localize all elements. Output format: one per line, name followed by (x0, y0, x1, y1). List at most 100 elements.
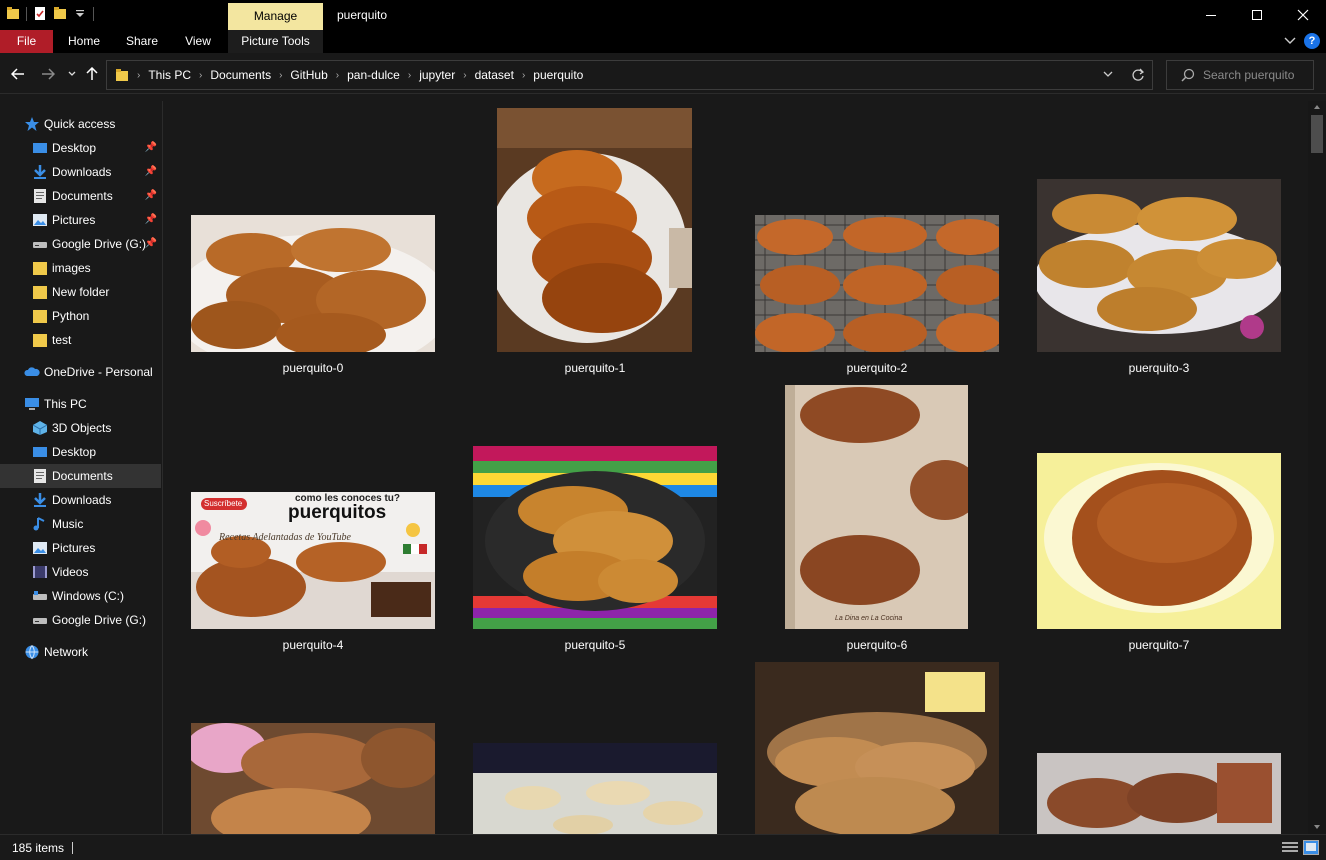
status-bar: 185 items (0, 834, 1326, 860)
breadcrumb-separator[interactable]: › (195, 70, 206, 81)
sidebar-item-downloads[interactable]: Downloads 📌 (0, 160, 161, 184)
folder-icon[interactable] (6, 6, 20, 21)
breadcrumb-item[interactable]: Documents (206, 68, 275, 82)
pin-icon[interactable]: 📌 (145, 238, 157, 249)
sidebar-item-documents-pc[interactable]: Documents (0, 464, 161, 488)
search-box[interactable] (1166, 60, 1314, 90)
breadcrumb-separator[interactable]: › (459, 70, 470, 81)
file-thumbnail[interactable] (191, 215, 435, 352)
sidebar-item-quick-access[interactable]: Quick access (0, 112, 161, 136)
tab-view[interactable]: View (176, 30, 220, 53)
sidebar-item-pictures-pc[interactable]: Pictures (0, 536, 161, 560)
breadcrumb-item[interactable]: This PC (144, 68, 195, 82)
pin-icon[interactable]: 📌 (145, 214, 157, 225)
breadcrumb-item[interactable]: pan-dulce (343, 68, 404, 82)
large-icons-view-icon[interactable] (1303, 840, 1319, 855)
sidebar-item-videos[interactable]: Videos (0, 560, 161, 584)
tab-file[interactable]: File (0, 30, 53, 53)
search-input[interactable] (1203, 66, 1309, 84)
customize-toolbar-icon[interactable] (73, 6, 87, 21)
sidebar-item-music[interactable]: Music (0, 512, 161, 536)
breadcrumb-item[interactable]: jupyter (415, 68, 459, 82)
sidebar-item-pictures[interactable]: Pictures 📌 (0, 208, 161, 232)
file-thumbnail[interactable] (1037, 753, 1281, 834)
sidebar-item-3d-objects[interactable]: 3D Objects (0, 416, 161, 440)
file-view: puerquito-0 puerquito-1 puerquito-2 puer… (164, 101, 1308, 834)
breadcrumb-separator[interactable]: › (404, 70, 415, 81)
file-name[interactable]: puerquito-6 (755, 638, 999, 652)
pin-icon[interactable]: 📌 (145, 190, 157, 201)
minimize-button[interactable] (1188, 0, 1234, 30)
file-name[interactable]: puerquito-5 (473, 638, 717, 652)
chevron-down-icon (68, 71, 76, 76)
desktop-icon (33, 447, 47, 457)
sidebar-item-label: Desktop (52, 141, 97, 155)
recent-locations-button[interactable] (62, 65, 82, 83)
maximize-button[interactable] (1234, 0, 1280, 30)
sidebar-item-test[interactable]: test (0, 328, 161, 352)
file-name[interactable]: puerquito-4 (191, 638, 435, 652)
file-thumbnail[interactable] (1037, 453, 1281, 629)
help-icon[interactable]: ? (1304, 33, 1320, 49)
chevron-down-icon[interactable] (1284, 37, 1296, 45)
pin-icon[interactable]: 📌 (145, 142, 157, 153)
sidebar-item-desktop-pc[interactable]: Desktop (0, 440, 161, 464)
pig-cookie-image (191, 215, 435, 352)
sidebar-item-google-drive[interactable]: Google Drive (G:) 📌 (0, 232, 161, 256)
file-thumbnail[interactable] (473, 743, 717, 834)
file-name[interactable]: puerquito-7 (1037, 638, 1281, 652)
scroll-up-icon[interactable] (1313, 104, 1321, 110)
properties-icon[interactable] (33, 6, 47, 21)
back-button[interactable] (8, 65, 28, 83)
sidebar-item-documents[interactable]: Documents 📌 (0, 184, 161, 208)
status-divider (72, 842, 73, 854)
sidebar-item-this-pc[interactable]: This PC (0, 392, 161, 416)
file-name[interactable]: puerquito-1 (473, 361, 717, 375)
new-folder-icon[interactable] (53, 6, 67, 21)
file-thumbnail[interactable]: La Dina en La Cocina (785, 385, 968, 629)
breadcrumb-separator[interactable]: › (275, 70, 286, 81)
sidebar-item-python[interactable]: Python (0, 304, 161, 328)
tab-share[interactable]: Share (118, 30, 166, 53)
file-name[interactable]: puerquito-2 (755, 361, 999, 375)
breadcrumb-item[interactable]: puerquito (529, 68, 587, 82)
up-button[interactable] (82, 65, 102, 83)
toolbar-divider (26, 6, 27, 21)
file-thumbnail[interactable]: Suscríbete como les conoces tu? puerquit… (191, 492, 435, 629)
sidebar-item-windows-c[interactable]: Windows (C:) (0, 584, 161, 608)
manage-tab[interactable]: Manage (228, 3, 323, 30)
chevron-down-icon[interactable] (1103, 71, 1113, 79)
scroll-down-icon[interactable] (1313, 824, 1321, 830)
breadcrumb-separator[interactable]: › (518, 70, 529, 81)
sidebar-item-images[interactable]: images (0, 256, 161, 280)
details-view-icon[interactable] (1282, 841, 1298, 854)
tab-picture-tools[interactable]: Picture Tools (228, 30, 323, 53)
sidebar-item-new-folder[interactable]: New folder (0, 280, 161, 304)
file-thumbnail[interactable] (473, 446, 717, 629)
breadcrumb-item[interactable]: dataset (471, 68, 518, 82)
close-button[interactable] (1280, 0, 1326, 30)
pin-icon[interactable]: 📌 (145, 166, 157, 177)
file-thumbnail[interactable] (1037, 179, 1281, 352)
forward-button[interactable] (38, 65, 58, 83)
refresh-icon[interactable] (1131, 68, 1145, 82)
quick-access-toolbar (6, 6, 94, 21)
sidebar-item-network[interactable]: Network (0, 640, 161, 664)
sidebar-item-onedrive[interactable]: OneDrive - Personal (0, 360, 161, 384)
ribbon-tabs: File Home Share View Picture Tools ? (0, 30, 1326, 53)
breadcrumb-separator[interactable]: › (332, 70, 343, 81)
scrollbar-thumb[interactable] (1311, 115, 1323, 153)
file-thumbnail[interactable] (755, 662, 999, 834)
file-name[interactable]: puerquito-0 (191, 361, 435, 375)
file-thumbnail[interactable] (497, 108, 692, 352)
breadcrumb-item[interactable]: GitHub (286, 68, 331, 82)
tab-home[interactable]: Home (60, 30, 108, 53)
address-bar[interactable]: › This PC › Documents › GitHub › pan-dul… (106, 60, 1153, 90)
sidebar-item-desktop[interactable]: Desktop 📌 (0, 136, 161, 160)
sidebar-item-downloads-pc[interactable]: Downloads (0, 488, 161, 512)
sidebar-item-google-drive-pc[interactable]: Google Drive (G:) (0, 608, 161, 632)
file-thumbnail[interactable] (755, 215, 999, 352)
file-thumbnail[interactable] (191, 723, 435, 834)
file-name[interactable]: puerquito-3 (1037, 361, 1281, 375)
vertical-scrollbar[interactable] (1308, 101, 1326, 834)
